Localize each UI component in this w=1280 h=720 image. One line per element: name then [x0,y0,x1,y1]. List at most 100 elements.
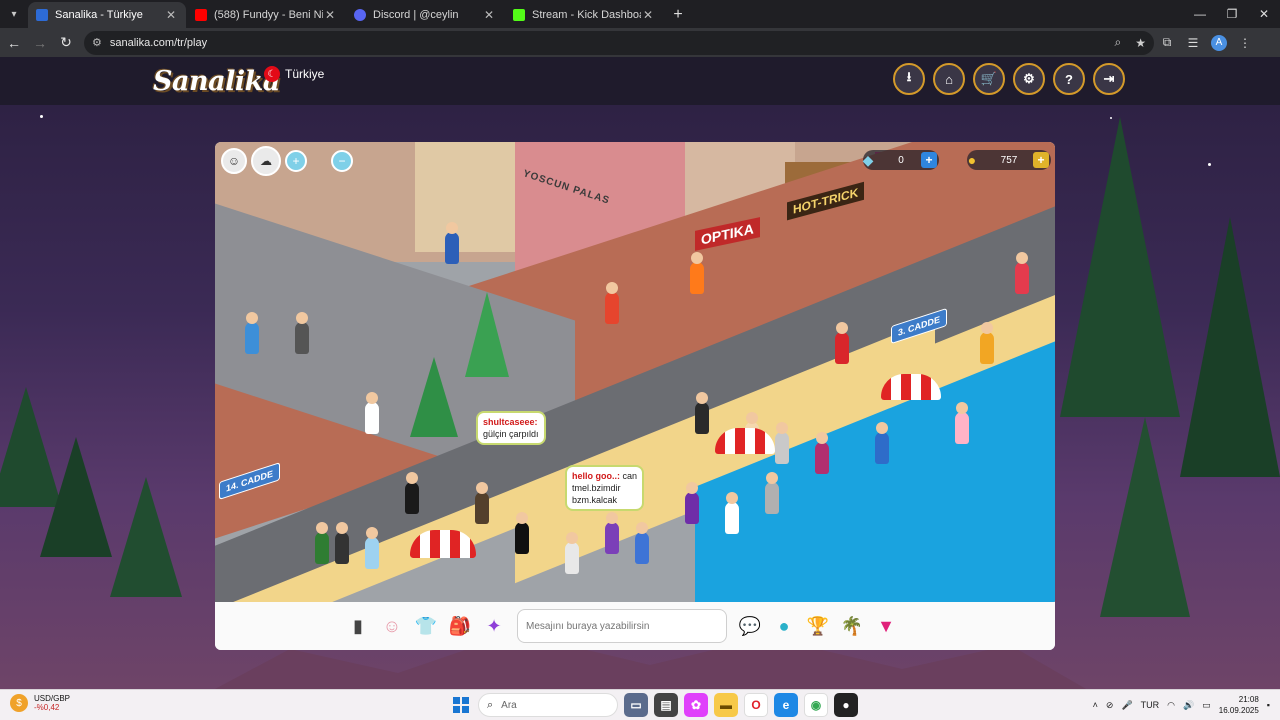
chat-input[interactable] [517,609,727,643]
dance-icon[interactable]: ✦ [479,611,509,641]
avatar-character[interactable] [835,322,849,364]
shop-button[interactable]: 🛒 [973,63,1005,95]
avatar-character[interactable] [565,532,579,574]
browser-menu-icon[interactable]: ⋮ [1232,31,1258,55]
close-tab-icon[interactable]: ✕ [641,8,655,22]
thought-bubble-icon[interactable]: ☁ [251,146,281,176]
avatar-character[interactable] [405,472,419,514]
help-button[interactable]: ? [1053,63,1085,95]
phone-icon[interactable]: ▮ [343,611,373,641]
island-icon[interactable]: 🌴 [837,611,867,641]
minimize-icon[interactable]: — [1184,0,1216,28]
premium-icon[interactable]: ▼ [871,611,901,641]
close-tab-icon[interactable]: ✕ [164,8,178,22]
back-icon[interactable]: ← [2,31,26,55]
tab-discord[interactable]: Discord | @ceylin ✕ [346,2,504,28]
folder-icon[interactable]: ▬ [714,693,738,717]
copilot-icon[interactable]: ✿ [684,693,708,717]
edge-icon[interactable]: e [774,693,798,717]
player-avatar[interactable]: ☺ [221,148,247,174]
chat-bubbles-icon[interactable]: 💬 [735,611,765,641]
avatar-character[interactable] [605,282,619,324]
avatar-character[interactable] [475,482,489,524]
avatar-character[interactable] [1015,252,1029,294]
reload-icon[interactable]: ↻ [54,31,78,55]
maximize-icon[interactable]: ❐ [1216,0,1248,28]
home-button[interactable]: ⌂ [933,63,965,95]
add-diamond-button[interactable]: + [921,152,937,168]
tab-search-icon[interactable]: ▾ [0,0,28,28]
avatar-character[interactable] [515,512,529,554]
sanalika-favicon-icon [36,9,48,21]
microphone-icon[interactable]: 🎤 [1121,700,1132,711]
volume-icon[interactable]: 🔊 [1183,700,1194,711]
forward-icon[interactable]: → [28,31,52,55]
avatar-character[interactable] [365,527,379,569]
avatar-character[interactable] [690,252,704,294]
game-window[interactable]: OPTIKA YOSCUN PALAS HOT-TRICK 3. CADDE 1… [215,142,1055,650]
avatar-character[interactable] [725,492,739,534]
close-tab-icon[interactable]: ✕ [323,8,337,22]
task-view-icon[interactable]: ▭ [624,693,648,717]
notification-icon[interactable]: ▪ [1267,700,1270,710]
zoom-out-icon[interactable]: − [331,150,353,172]
opera-icon[interactable]: O [744,693,768,717]
avatar-character[interactable] [635,522,649,564]
new-tab-button[interactable]: + [664,2,692,28]
app-icon[interactable]: ● [834,693,858,717]
extensions-icon[interactable]: ⧉ [1154,31,1180,55]
avatar-character[interactable] [295,312,309,354]
clock[interactable]: 21:08 16.09.2025 [1219,694,1259,716]
pine-tree [410,357,458,437]
avatar-character[interactable] [315,522,329,564]
start-button[interactable] [450,694,472,716]
avatar-character[interactable] [605,512,619,554]
add-coin-button[interactable]: + [1033,152,1049,168]
avatar-character[interactable] [685,482,699,524]
close-tab-icon[interactable]: ✕ [482,8,496,22]
avatar-character[interactable] [365,392,379,434]
stock-widget[interactable]: $ USD/GBP -%0,42 [10,694,70,712]
wifi-icon[interactable]: ◠ [1167,700,1175,711]
logout-button[interactable]: ⇥ [1093,63,1125,95]
tab-sanalika[interactable]: Sanalika - Türkiye ✕ [28,2,186,28]
avatar-character[interactable] [875,422,889,464]
profile-avatar[interactable]: A [1211,34,1227,51]
chevron-up-icon[interactable]: ˄ [1093,700,1098,710]
game-scene[interactable]: OPTIKA YOSCUN PALAS HOT-TRICK 3. CADDE 1… [215,142,1055,602]
language-indicator[interactable]: TUR [1141,700,1160,710]
backpack-icon[interactable]: 🎒 [445,611,475,641]
download-button[interactable]: ⭳ [893,63,925,95]
network-icon[interactable]: ⊘ [1106,700,1114,711]
clothes-icon[interactable]: 👕 [411,611,441,641]
sanalika-logo[interactable]: Sanalika [153,66,280,97]
file-manager-icon[interactable]: ▤ [654,693,678,717]
trophy-icon[interactable]: 🏆 [803,611,833,641]
tab-youtube[interactable]: (588) Fundyy - Beni Niye Sevme ✕ [187,2,345,28]
avatar-character[interactable] [955,402,969,444]
avatar-character[interactable] [445,222,459,264]
taskbar-search[interactable]: ⌕ Ara [478,693,618,717]
avatar-character[interactable] [695,392,709,434]
avatar-character[interactable] [775,422,789,464]
avatar-character[interactable] [765,472,779,514]
bookmark-star-icon[interactable]: ★ [1135,36,1146,50]
avatar-character[interactable] [245,312,259,354]
site-info-icon[interactable]: ⚙ [92,36,102,49]
avatar-character[interactable] [980,322,994,364]
pet-icon[interactable]: ● [769,611,799,641]
chrome-icon[interactable]: ◉ [804,693,828,717]
tree-decoration [1100,417,1190,617]
battery-icon[interactable]: ▭ [1202,700,1211,711]
avatar-character[interactable] [815,432,829,474]
avatar-character[interactable] [335,522,349,564]
friends-icon[interactable]: ☺ [377,611,407,641]
url-text[interactable]: sanalika.com/tr/play [110,37,1101,49]
close-window-icon[interactable]: ✕ [1248,0,1280,28]
zoom-icon[interactable]: ⌕ [1115,35,1122,50]
address-bar[interactable]: ⚙ sanalika.com/tr/play ⌕ ★ [84,30,1154,55]
media-control-icon[interactable]: ☰ [1180,31,1206,55]
tab-kick[interactable]: Stream - Kick Dashboard ✕ [505,2,663,28]
settings-button[interactable]: ⚙ [1013,63,1045,95]
zoom-in-icon[interactable]: + [285,150,307,172]
